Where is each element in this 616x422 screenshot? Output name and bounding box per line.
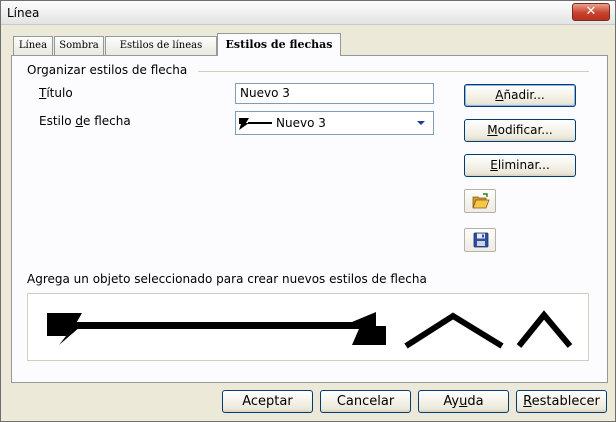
arrow-preview-canvas	[47, 310, 573, 349]
title-input[interactable]: Nuevo 3	[235, 83, 434, 104]
arrow-line-body	[72, 322, 369, 329]
close-icon: ✕	[585, 4, 597, 19]
reset-mnemonic: R	[523, 394, 532, 409]
add-mnemonic: A	[495, 88, 504, 102]
add-label: ñadir...	[503, 88, 545, 102]
floppy-disk-icon	[473, 232, 489, 248]
dialog-window: Línea ✕ Línea Sombra Estilos de líneas E…	[0, 0, 616, 422]
arrow-style-label-mnemonic: d	[75, 114, 83, 128]
reset-label: establecer	[531, 394, 600, 409]
tab-label: Sombra	[59, 40, 99, 51]
delete-button[interactable]: Eliminar...	[464, 154, 576, 177]
arrow-style-label-pre: Estilo	[39, 114, 76, 128]
arrow-style-label: Estilo de flecha	[39, 114, 131, 128]
tab-label: Estilos de flechas	[225, 38, 333, 51]
arrow-head-large-icon	[404, 312, 504, 349]
save-arrow-styles-button[interactable]	[464, 228, 496, 252]
arrow-preview	[27, 293, 589, 361]
close-button[interactable]: ✕	[572, 3, 610, 21]
load-arrow-styles-button[interactable]	[464, 189, 496, 213]
delete-mnemonic: E	[490, 158, 498, 172]
help-label-post: da	[467, 394, 484, 409]
arrow-preview-line	[47, 312, 386, 345]
group-separator	[198, 71, 589, 72]
modify-button[interactable]: Modificar...	[464, 119, 576, 142]
add-button[interactable]: Añadir...	[464, 84, 576, 107]
modify-label: odificar...	[497, 123, 553, 137]
arrow-style-value: Nuevo 3	[276, 116, 326, 130]
arrow-head-small-icon	[516, 310, 573, 348]
tab-label: Estilos de líneas	[119, 40, 203, 51]
help-button[interactable]: Ayuda	[418, 390, 509, 413]
group-title: Organizar estilos de flecha	[27, 63, 188, 77]
cancel-button[interactable]: Cancelar	[320, 390, 411, 413]
ok-button[interactable]: Aceptar	[222, 390, 313, 413]
title-label-rest: ítulo	[46, 86, 73, 100]
folder-open-icon	[472, 193, 490, 209]
tab-linea[interactable]: Línea	[13, 36, 53, 55]
tab-label: Línea	[18, 40, 48, 51]
arrow-style-select[interactable]: Nuevo 3	[235, 111, 434, 135]
title-bar[interactable]: Línea ✕	[1, 1, 615, 25]
tab-estilos-lineas[interactable]: Estilos de líneas	[105, 36, 217, 55]
tab-estilos-flechas[interactable]: Estilos de flechas	[217, 33, 341, 56]
arrow-style-label-post: e flecha	[83, 114, 131, 128]
hint-text: Agrega un objeto seleccionado para crear…	[27, 272, 427, 286]
reset-button[interactable]: Restablecer	[516, 390, 607, 413]
tab-sombra[interactable]: Sombra	[54, 36, 104, 55]
help-label-pre: Ay	[443, 394, 460, 409]
delete-label: liminar...	[497, 158, 550, 172]
title-label: Título	[39, 86, 73, 100]
chevron-down-icon[interactable]	[417, 121, 425, 125]
window-title: Línea	[7, 6, 40, 20]
modify-mnemonic: M	[487, 123, 498, 137]
arrow-style-preview-icon	[239, 118, 272, 130]
